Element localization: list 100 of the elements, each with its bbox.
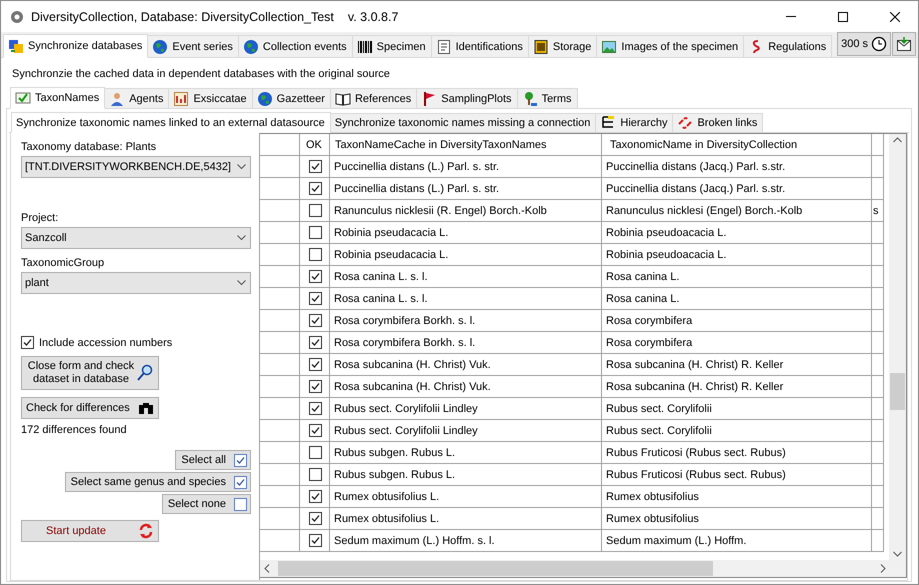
project-dropdown[interactable]: Sanzcoll — [21, 227, 251, 249]
checkbox[interactable] — [308, 402, 322, 415]
checkbox[interactable] — [308, 336, 322, 349]
table-cell: Rumex obtusifolius — [606, 512, 699, 524]
table-cell: Sedum maximum (L.) Hoffm. s. l. — [334, 534, 495, 546]
checkbox[interactable] — [308, 358, 322, 371]
row-header[interactable] — [260, 442, 300, 464]
row-header[interactable] — [260, 508, 300, 530]
broken-link-icon — [677, 115, 694, 131]
tab[interactable]: Gazetteer — [252, 88, 331, 108]
row-header[interactable] — [260, 354, 300, 376]
tab[interactable]: Hierarchy — [595, 113, 674, 132]
tab[interactable]: Storage — [528, 35, 598, 57]
row-header[interactable] — [260, 156, 300, 178]
tab[interactable]: SamplingPlots — [416, 88, 518, 108]
checkbox[interactable] — [308, 160, 322, 173]
checkbox[interactable] — [308, 292, 322, 305]
close-form-button[interactable]: Close form and check dataset in database — [21, 356, 159, 390]
checkbox[interactable] — [308, 446, 322, 459]
scroll-thumb[interactable] — [890, 373, 905, 410]
row-header[interactable] — [260, 398, 300, 420]
person-icon — [109, 90, 126, 106]
vertical-scrollbar[interactable] — [889, 134, 906, 560]
table-cell: Rumex obtusifolius — [606, 490, 699, 502]
globe-icon — [152, 38, 168, 54]
taxonomy-dropdown[interactable]: [TNT.DIVERSITYWORKBENCH.DE,5432] — [21, 156, 251, 178]
row-header[interactable] — [260, 288, 300, 310]
tab[interactable]: Regulations — [743, 35, 832, 57]
select-button[interactable]: Select all — [175, 450, 251, 470]
tab[interactable]: References — [330, 88, 418, 108]
start-update-button[interactable]: Start update — [21, 520, 159, 542]
scroll-up-icon[interactable] — [893, 137, 902, 143]
checkbox[interactable] — [308, 534, 322, 547]
row-header[interactable] — [260, 530, 300, 552]
checkbox[interactable] — [308, 182, 322, 195]
row-header[interactable] — [260, 486, 300, 508]
flag-icon — [421, 90, 438, 106]
column-header[interactable]: TaxonNameCache in DiversityTaxonNames — [335, 138, 547, 150]
tab[interactable]: Synchronize taxonomic names missing a connection — [330, 113, 596, 132]
checkbox[interactable] — [308, 226, 322, 239]
scroll-right-icon[interactable] — [880, 564, 886, 573]
table-cell: Robinia pseudoacacia L. — [606, 226, 726, 238]
checkbox[interactable] — [308, 204, 322, 217]
tab[interactable]: Event series — [147, 35, 239, 57]
select-button[interactable]: Select none — [162, 494, 251, 514]
row-header[interactable] — [260, 200, 300, 222]
row-header[interactable] — [260, 464, 300, 486]
chart-icon — [173, 90, 190, 106]
column-header[interactable] — [872, 134, 884, 156]
checkbox-label: Include accession numbers — [39, 336, 172, 348]
tab[interactable]: Collection events — [238, 35, 353, 57]
barcode-icon — [356, 38, 373, 54]
table-cell: Rosa subcanina (H. Christ) Vuk. — [334, 380, 491, 392]
mail-button[interactable] — [892, 32, 916, 56]
column-header[interactable]: OK — [306, 138, 322, 150]
row-header[interactable] — [260, 178, 300, 200]
table-cell: Robinia pseudacacia L. — [334, 248, 448, 260]
group-dropdown[interactable]: plant — [21, 272, 251, 294]
checkbox[interactable] — [308, 490, 322, 503]
refresh-icon — [138, 523, 154, 539]
checkbox[interactable] — [308, 512, 322, 525]
checkbox[interactable] — [234, 476, 247, 488]
tab[interactable]: Broken links — [672, 113, 764, 132]
row-header[interactable] — [260, 222, 300, 244]
row-header[interactable] — [260, 376, 300, 398]
scroll-left-icon[interactable] — [264, 564, 270, 573]
scroll-down-icon[interactable] — [893, 551, 902, 557]
row-header[interactable] — [260, 332, 300, 354]
image-icon — [601, 38, 618, 54]
select-button[interactable]: Select same genus and species — [64, 472, 251, 492]
check-differences-button[interactable]: Check for differences — [21, 397, 159, 419]
row-header[interactable] — [260, 420, 300, 442]
horizontal-scrollbar[interactable] — [260, 560, 906, 577]
row-header[interactable] — [260, 310, 300, 332]
checkbox[interactable] — [308, 248, 322, 261]
tab[interactable]: Exsiccatae — [168, 88, 253, 108]
checkbox[interactable] — [308, 468, 322, 481]
tab[interactable]: Agents — [104, 88, 170, 108]
checkbox[interactable] — [308, 314, 322, 327]
checkbox[interactable] — [308, 424, 322, 437]
checkbox[interactable] — [234, 454, 247, 466]
column-header[interactable]: TaxonomicName in DiversityCollection — [610, 138, 798, 150]
timer-button[interactable]: 300 s — [837, 32, 891, 56]
chevron-down-icon — [237, 280, 246, 286]
table-cell: Rosa corymbifera — [606, 314, 692, 326]
tab[interactable]: Identifications — [430, 35, 529, 57]
row-header[interactable] — [260, 266, 300, 288]
table-cell: Rosa corymbifera Borkh. s. l. — [334, 314, 476, 326]
tab[interactable]: TaxonNames — [10, 87, 106, 109]
row-header[interactable] — [260, 244, 300, 266]
checkbox[interactable] — [21, 336, 34, 349]
minimize-icon — [786, 16, 796, 17]
scroll-thumb[interactable] — [278, 561, 713, 576]
tab[interactable]: Synchronize databases — [3, 34, 148, 58]
checkbox[interactable] — [308, 270, 322, 283]
checkbox[interactable] — [308, 380, 322, 393]
table-cell: Rosa canina L. s. l. — [334, 292, 428, 304]
tab[interactable]: Synchronize taxonomic names linked to an external datasource — [11, 112, 331, 133]
checkbox[interactable] — [234, 498, 247, 510]
tab[interactable]: Terms — [516, 88, 578, 108]
